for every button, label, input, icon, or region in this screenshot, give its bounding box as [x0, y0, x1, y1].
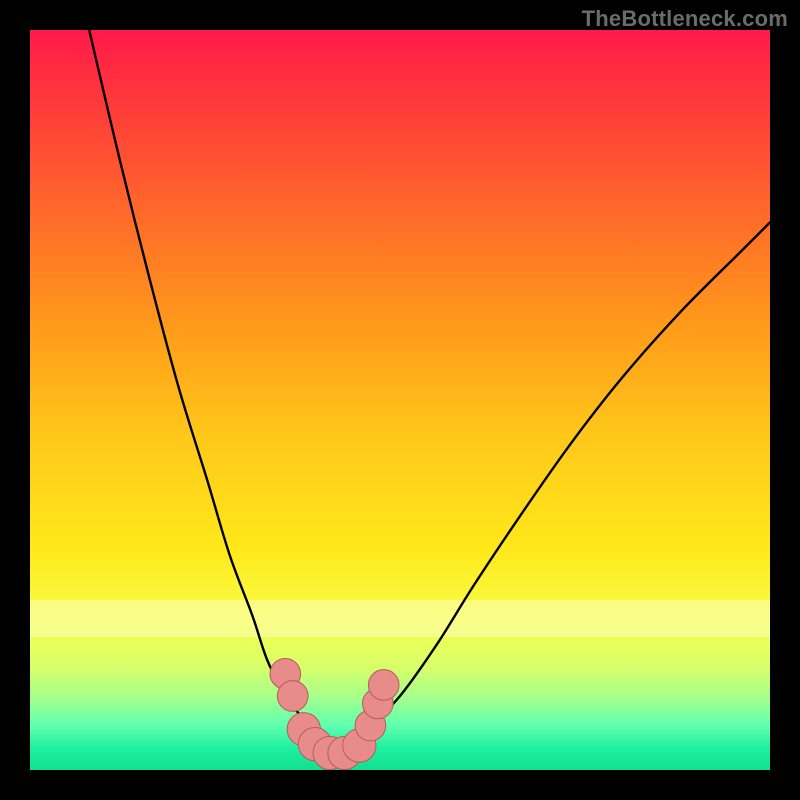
watermark-text: TheBottleneck.com — [582, 6, 788, 32]
plot-area — [30, 30, 770, 770]
right-curve — [370, 222, 770, 725]
data-marker — [277, 681, 308, 712]
left-curve — [89, 30, 311, 726]
data-marker — [368, 670, 399, 701]
chart-svg — [30, 30, 770, 770]
chart-frame: TheBottleneck.com — [0, 0, 800, 800]
markers-group — [270, 658, 399, 769]
